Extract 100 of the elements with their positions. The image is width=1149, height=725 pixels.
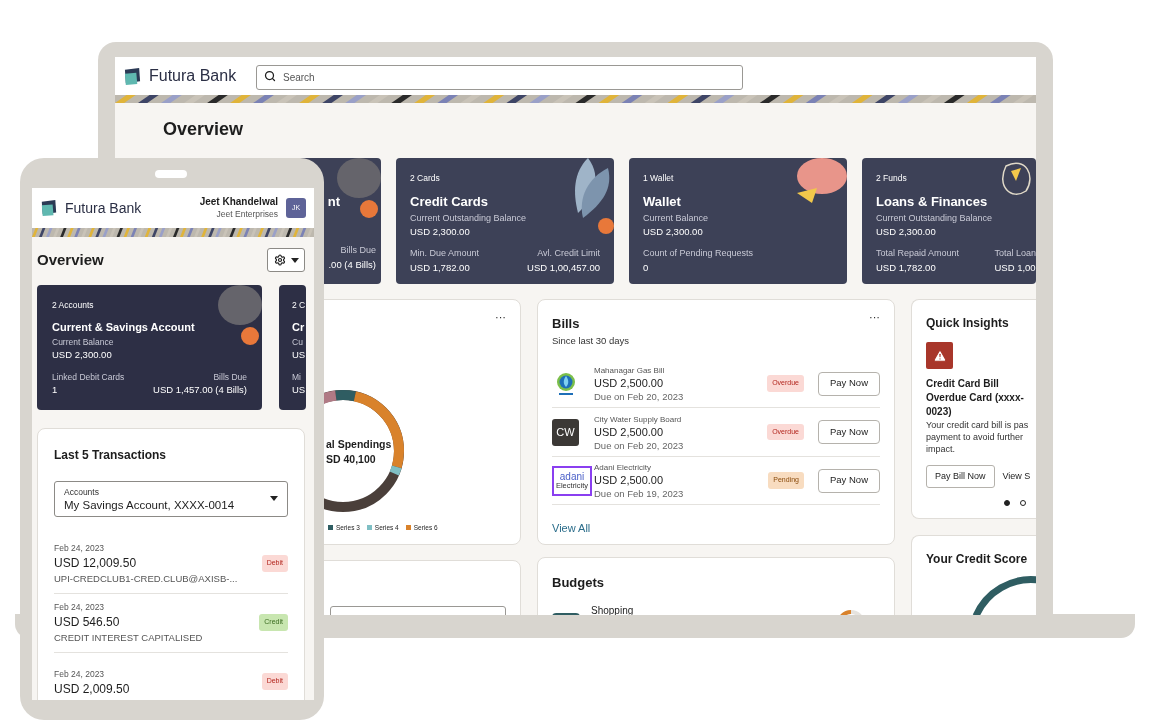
card-count: 2 Cards	[410, 172, 441, 185]
page-title: Overview	[37, 249, 104, 270]
summary-card[interactable]: 2 C Cr Cu US Mi US	[279, 285, 306, 410]
pay-now-button[interactable]: Pay Now	[818, 371, 880, 396]
field-value: US	[292, 383, 306, 398]
caret-icon	[290, 257, 299, 263]
chart-center-value: SD 40,100	[326, 452, 376, 467]
field-label: Current Outstanding Balance	[876, 211, 993, 225]
transaction-date: Feb 24, 2023	[54, 667, 106, 681]
field-value: USD 2,300.00	[52, 348, 112, 363]
field-value: US	[292, 348, 306, 363]
field-value: USD 2,300.00	[410, 225, 470, 239]
card-title: Credit Cards	[410, 193, 489, 211]
card-count: 2 Funds	[876, 172, 908, 185]
card-count: 2 Accounts	[52, 299, 95, 312]
card-count: 2 C	[292, 299, 306, 312]
field-value: USD 1,457.00 (4 Bills)	[153, 383, 247, 398]
pay-bill-button[interactable]: Pay Bill Now	[926, 465, 995, 488]
field-value: USD 1,00	[994, 260, 1036, 275]
card-title: Current & Savings Account	[52, 320, 195, 335]
pay-now-button[interactable]: Pay Now	[818, 468, 880, 493]
bill-due-date: Due on Feb 19, 2023	[594, 487, 685, 500]
transaction-description: UPI-CREDCLUB1-CRED.CLUB@AXISB-...	[54, 572, 239, 586]
card-title: Cr	[292, 320, 305, 335]
more-button[interactable]: ···	[869, 312, 880, 323]
field-label: Current Balance	[52, 335, 114, 349]
field-value: USD 2,300.00	[876, 225, 936, 239]
bill-name: Adani Electricity	[594, 462, 652, 474]
summary-card[interactable]: 2 Funds Loans & Finances Current Outstanding Balance USD 2,300.00 Total Repaid Amount USD 1,782.00 Total Loan USD 1,00	[862, 158, 1036, 284]
field-label: Linked Debit Cards	[52, 370, 125, 384]
field-label: Bills Due	[213, 370, 247, 384]
field-label: Bills Due	[340, 244, 376, 258]
field-label: Total Loan	[994, 247, 1036, 261]
bill-name: Mahanagar Gas Bill	[594, 365, 666, 377]
bill-amount: USD 2,500.00	[594, 474, 665, 487]
settings-dropdown[interactable]	[267, 248, 305, 272]
transaction-date: Feb 24, 2023	[54, 601, 106, 614]
settings-icon	[273, 254, 286, 266]
alert-title: Credit Card Bill Overdue Card (xxxx-0023)	[926, 377, 1025, 419]
card-title: Wallet	[643, 193, 681, 211]
card-heading: Budgets	[552, 574, 605, 592]
card-heading: Last 5 Transactions	[54, 446, 168, 464]
card-heading: Quick Insights	[926, 315, 1010, 332]
field-label: Avl. Credit Limit	[537, 247, 600, 261]
transaction-date: Feb 24, 2023	[54, 542, 106, 555]
bill-due-date: Due on Feb 20, 2023	[594, 438, 685, 452]
bill-amount: USD 2,500.00	[594, 377, 665, 390]
card-title: nt	[327, 193, 340, 211]
summary-card[interactable]: 1 Wallet Wallet Current Balance USD 2,300.00 Count of Pending Requests 0	[629, 158, 847, 284]
field-value: .00 (4 Bills)	[328, 257, 376, 272]
page-title: Overview	[163, 118, 245, 140]
card-count: 1 Wallet	[643, 172, 675, 185]
bill-due-date: Due on Feb 20, 2023	[594, 390, 685, 403]
pay-now-button[interactable]: Pay Now	[818, 420, 880, 444]
transaction-amount: USD 546.50	[54, 615, 121, 630]
bill-name: City Water Supply Board	[594, 413, 683, 426]
account-select[interactable]: Accounts My Savings Account, XXXX-0014	[54, 480, 288, 517]
bill-amount: USD 2,500.00	[594, 425, 665, 439]
card-heading: Your Credit Score	[926, 551, 1029, 568]
field-label: Current Balance	[643, 211, 709, 225]
field-label: Cu	[292, 335, 303, 349]
view-button[interactable]: View S	[1002, 469, 1031, 484]
caret-icon	[270, 496, 278, 501]
card-subtitle: Since last 30 days	[552, 333, 630, 348]
field-label: Count of Pending Requests	[643, 247, 754, 261]
budget-name: Shopping	[591, 603, 634, 615]
field-label: Total Repaid Amount	[876, 247, 960, 261]
more-button[interactable]: ···	[495, 312, 506, 323]
search-icon	[264, 69, 276, 82]
gauge-drawing	[972, 576, 1036, 615]
transaction-amount: USD 12,009.50	[54, 556, 138, 571]
summary-card[interactable]: 2 Accounts Current & Savings Account Current Balance USD 2,300.00 Linked Debit Cards 1 Bills Due USD 1,457.00 (4 Bills)	[37, 285, 262, 410]
logo-icon	[123, 66, 142, 86]
transaction-amount: USD 2,009.50	[54, 681, 131, 697]
leaf-drawing	[797, 158, 847, 203]
user-name: Jeet Khandelwal	[199, 195, 278, 208]
field-value: 0	[643, 260, 649, 275]
field-value: USD 2,300.00	[643, 225, 703, 239]
search-field[interactable]: Search	[256, 64, 743, 90]
transaction-description: CREDIT INTEREST CAPITALISED	[54, 631, 204, 645]
brand-name: Futura Bank	[149, 66, 237, 86]
brand-name: Futura Bank	[65, 198, 142, 218]
field-label: Min. Due Amount	[410, 247, 480, 261]
card-title: Loans & Finances	[876, 193, 988, 211]
card-heading: Bills	[552, 315, 580, 333]
summary-card[interactable]: 2 Cards Credit Cards Current Outstanding Balance USD 2,300.00 Min. Due Amount USD 1,782.00 Avl. Credit Limit USD 1,00,457.00	[396, 158, 614, 284]
chart-center-label: al Spendings	[326, 437, 392, 452]
logo-icon	[40, 199, 58, 217]
field-value: USD 1,782.00	[876, 260, 936, 275]
field-label: Mi	[292, 370, 301, 384]
field-value: 1	[52, 383, 58, 398]
alert-text: Your credit card bill is pas payment to avoid further impact.	[926, 419, 1030, 455]
warning-icon	[926, 342, 953, 369]
view-all-link[interactable]: View All	[552, 520, 591, 537]
field-value: USD 1,782.00	[410, 260, 470, 275]
speaker-slot	[155, 170, 187, 178]
company-name: Jeet Enterprises	[216, 208, 278, 221]
field-label: Current Outstanding Balance	[410, 211, 527, 225]
field-value: USD 1,00,457.00	[527, 260, 600, 275]
initials-logo: CW	[552, 418, 579, 446]
